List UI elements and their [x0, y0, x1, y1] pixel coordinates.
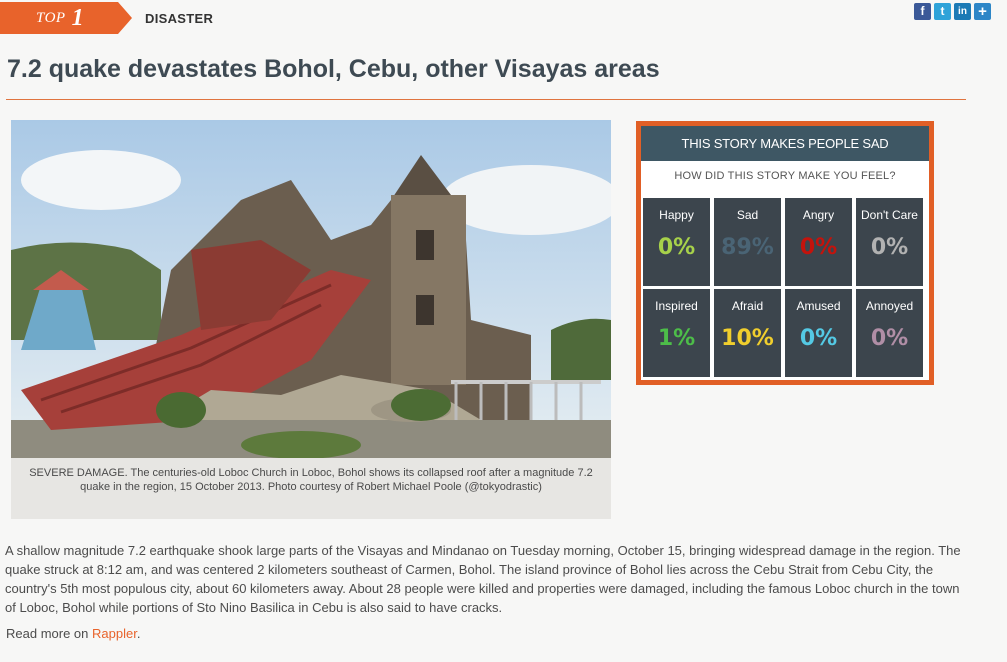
title-divider	[6, 99, 966, 100]
mood-label: Amused	[796, 299, 841, 313]
rank-word: TOP	[36, 9, 66, 26]
category-label: DISASTER	[145, 11, 214, 26]
plus-icon[interactable]: +	[974, 3, 991, 20]
mood-option-happy[interactable]: Happy 0%	[643, 198, 710, 286]
mood-percent: 10%	[721, 326, 774, 351]
linkedin-icon[interactable]: in	[954, 3, 971, 20]
mood-heading: THIS STORY MAKES PEOPLE SAD	[641, 126, 929, 161]
mood-percent: 0%	[799, 235, 838, 260]
rank-number: 1	[71, 4, 84, 31]
church-ruins-photo	[11, 120, 611, 458]
facebook-icon[interactable]: f	[914, 3, 931, 20]
mood-option-amused[interactable]: Amused 0%	[785, 289, 852, 377]
mood-option-angry[interactable]: Angry 0%	[785, 198, 852, 286]
top-rank-badge: TOP 1	[0, 2, 132, 34]
mood-label: Don't Care	[861, 208, 918, 222]
mood-percent: 89%	[721, 235, 774, 260]
mood-option-sad[interactable]: Sad 89%	[714, 198, 781, 286]
mood-option-dont-care[interactable]: Don't Care 0%	[856, 198, 923, 286]
mood-label: Happy	[659, 208, 694, 222]
mood-percent: 0%	[870, 235, 909, 260]
twitter-icon[interactable]: t	[934, 3, 951, 20]
mood-label: Inspired	[655, 299, 698, 313]
mood-percent: 0%	[799, 326, 838, 351]
photo-caption: SEVERE DAMAGE. The centuries-old Loboc C…	[29, 467, 593, 493]
read-more-suffix: .	[136, 626, 141, 641]
read-more: Read more on Rappler.	[6, 626, 140, 641]
read-more-prefix: Read more on	[6, 626, 92, 641]
mood-option-afraid[interactable]: Afraid 10%	[714, 289, 781, 377]
mood-option-annoyed[interactable]: Annoyed 0%	[856, 289, 923, 377]
mood-grid: Happy 0% Sad 89% Angry 0% Don't Care 0% …	[643, 198, 923, 377]
mood-label: Afraid	[731, 299, 764, 313]
mood-option-inspired[interactable]: Inspired 1%	[643, 289, 710, 377]
mood-percent: 0%	[657, 235, 696, 260]
mood-label: Sad	[736, 208, 759, 222]
mood-percent: 0%	[870, 326, 909, 351]
photo-figure: SEVERE DAMAGE. The centuries-old Loboc C…	[11, 120, 611, 519]
mood-widget: THIS STORY MAKES PEOPLE SAD HOW DID THIS…	[636, 121, 934, 385]
share-bar: f t in +	[914, 3, 991, 20]
mood-label: Annoyed	[865, 299, 914, 313]
mood-question: HOW DID THIS STORY MAKE YOU FEEL?	[674, 170, 896, 182]
article-title: 7.2 quake devastates Bohol, Cebu, other …	[7, 55, 660, 83]
mood-percent: 1%	[657, 326, 696, 351]
source-link[interactable]: Rappler	[92, 626, 137, 641]
mood-label: Angry	[802, 208, 835, 222]
article-body: A shallow magnitude 7.2 earthquake shook…	[5, 543, 961, 615]
